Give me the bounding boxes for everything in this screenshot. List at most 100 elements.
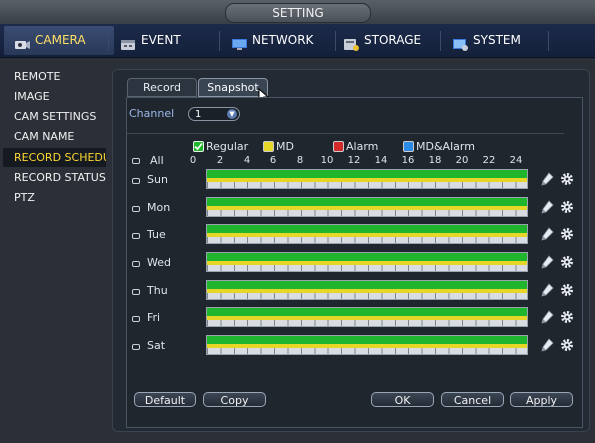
schedule-bar[interactable]: [206, 307, 528, 327]
tab-storage-label: STORAGE: [364, 33, 422, 47]
gear-icon[interactable]: [560, 310, 574, 324]
channel-label: Channel: [129, 107, 175, 120]
default-button[interactable]: Default: [134, 392, 196, 407]
hour-tick: 0: [189, 155, 197, 166]
checkbox-checked-icon: [193, 140, 204, 152]
chevron-down-icon: ▼: [227, 109, 237, 119]
hour-tick: 4: [243, 155, 251, 166]
copy-button[interactable]: Copy: [203, 392, 266, 407]
hour-tick: 10: [320, 155, 334, 166]
tab-network-label: NETWORK: [252, 33, 314, 47]
sidebar-item-record-status[interactable]: RECORD STATUS: [3, 168, 106, 187]
edit-icon[interactable]: [540, 255, 554, 269]
sidebar-item-image[interactable]: IMAGE: [3, 87, 106, 106]
tab-divider: [219, 31, 220, 51]
system-icon: [452, 33, 469, 51]
tab-system[interactable]: SYSTEM: [452, 26, 552, 55]
sidebar-item-record-schedule[interactable]: RECORD SCHEDULE: [3, 148, 106, 167]
day-label: Thu: [147, 284, 168, 297]
hour-tick: 24: [509, 155, 523, 166]
legend-regular[interactable]: Regular: [193, 140, 248, 153]
hour-tick: 22: [482, 155, 496, 166]
gear-icon[interactable]: [560, 255, 574, 269]
day-checkbox[interactable]: [132, 261, 140, 267]
main-tab-bar: CAMERA EVENT NETWORK STORAGE SYSTEM: [0, 24, 595, 58]
edit-icon[interactable]: [540, 283, 554, 297]
day-checkbox[interactable]: [132, 344, 140, 350]
tab-network[interactable]: NETWORK: [231, 26, 331, 55]
title-bar: SETTING: [0, 0, 595, 24]
tab-event-label: EVENT: [141, 33, 181, 47]
schedule-bar[interactable]: [206, 252, 528, 272]
tab-camera-label: CAMERA: [35, 33, 86, 47]
storage-icon: [343, 33, 360, 51]
day-label: Wed: [147, 256, 171, 269]
edit-icon[interactable]: [540, 310, 554, 324]
camera-icon: [14, 33, 31, 49]
tab-camera[interactable]: CAMERA: [4, 26, 114, 55]
tab-divider: [548, 31, 549, 51]
sidebar-item-remote[interactable]: REMOTE: [3, 67, 106, 86]
channel-value: 1: [195, 109, 202, 120]
day-checkbox[interactable]: [132, 316, 140, 322]
hour-tick: 16: [401, 155, 415, 166]
legend-md-label: MD: [276, 140, 294, 153]
apply-button[interactable]: Apply: [510, 392, 573, 407]
sidebar-item-cam-name[interactable]: CAM NAME: [3, 127, 106, 146]
schedule-bar[interactable]: [206, 197, 528, 217]
day-checkbox[interactable]: [132, 289, 140, 295]
day-checkbox[interactable]: [132, 233, 140, 239]
schedule-bar[interactable]: [206, 335, 528, 355]
hour-tick: 20: [455, 155, 469, 166]
hour-tick: 6: [269, 155, 277, 166]
select-all-checkbox[interactable]: [132, 158, 140, 164]
divider: [127, 133, 564, 134]
day-checkbox[interactable]: [132, 178, 140, 184]
schedule-bar[interactable]: [206, 280, 528, 300]
gear-icon[interactable]: [560, 172, 574, 186]
schedule-bar[interactable]: [206, 169, 528, 189]
day-label: Mon: [147, 201, 171, 214]
legend-alarm: Alarm: [333, 140, 378, 153]
hour-tick: 14: [374, 155, 388, 166]
window-title: SETTING: [225, 3, 371, 23]
tab-system-label: SYSTEM: [473, 33, 521, 47]
gear-icon[interactable]: [560, 338, 574, 352]
edit-icon[interactable]: [540, 172, 554, 186]
content-panel: Record Snapshot Channel 1 ▼ Regular MD A…: [112, 69, 590, 432]
tab-divider: [440, 31, 441, 51]
subtab-record[interactable]: Record: [127, 78, 197, 97]
gear-icon[interactable]: [560, 200, 574, 214]
network-icon: [231, 33, 248, 50]
schedule-bar[interactable]: [206, 224, 528, 244]
day-label: Tue: [147, 228, 166, 241]
tab-divider: [108, 31, 109, 51]
event-icon: [120, 33, 137, 50]
day-checkbox[interactable]: [132, 206, 140, 212]
tab-storage[interactable]: STORAGE: [343, 26, 438, 55]
edit-icon[interactable]: [540, 200, 554, 214]
tab-event[interactable]: EVENT: [120, 26, 215, 55]
sidebar-item-ptz[interactable]: PTZ: [3, 188, 106, 207]
hour-tick: 12: [347, 155, 361, 166]
edit-icon[interactable]: [540, 338, 554, 352]
alarm-color-swatch: [333, 140, 344, 152]
gear-icon[interactable]: [560, 227, 574, 241]
day-label: Sat: [147, 339, 166, 352]
all-label: All: [150, 154, 164, 167]
schedule-area: Channel 1 ▼ Regular MD Alarm MD&Alarm Al…: [126, 97, 583, 428]
tab-divider: [335, 31, 336, 51]
md-alarm-color-swatch: [403, 140, 414, 152]
legend-md: MD: [263, 140, 294, 153]
legend-md-alarm: MD&Alarm: [403, 140, 475, 153]
ok-button[interactable]: OK: [371, 392, 434, 407]
sidebar-item-cam-settings[interactable]: CAM SETTINGS: [3, 107, 106, 126]
cancel-button[interactable]: Cancel: [441, 392, 504, 407]
legend-regular-label: Regular: [206, 140, 249, 153]
hour-tick: 8: [296, 155, 304, 166]
day-label: Sun: [147, 173, 168, 186]
gear-icon[interactable]: [560, 283, 574, 297]
day-label: Fri: [147, 311, 161, 324]
edit-icon[interactable]: [540, 227, 554, 241]
channel-select[interactable]: 1 ▼: [188, 107, 240, 121]
